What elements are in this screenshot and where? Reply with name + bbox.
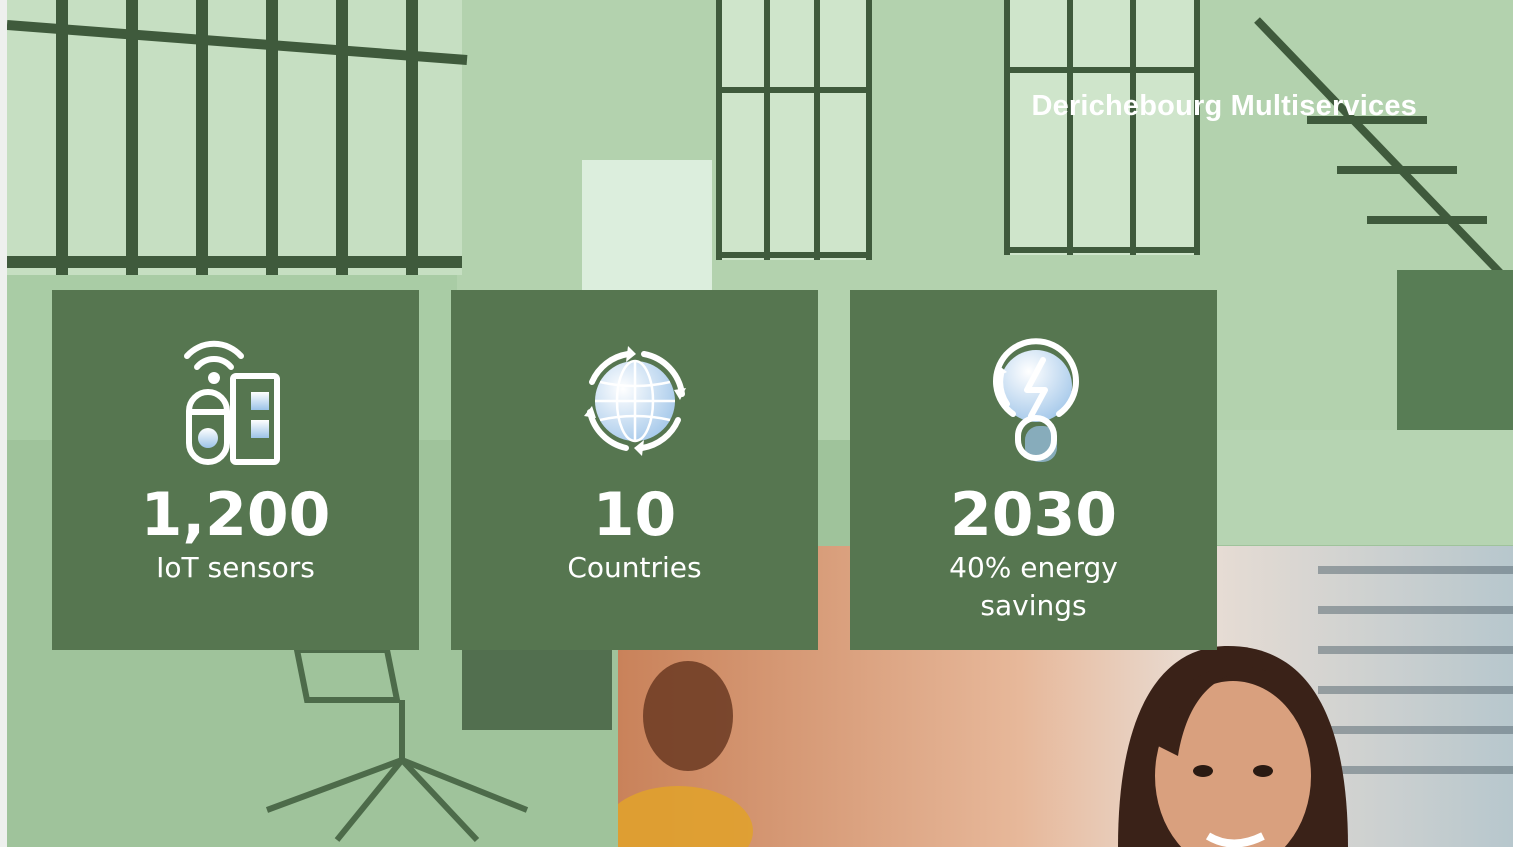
iot-sensor-icon — [183, 340, 280, 465]
stat-label: IoT sensors — [156, 551, 315, 584]
stat-label: Countries — [567, 551, 702, 584]
stat-label: 40% energy savings — [949, 551, 1118, 622]
stat-card-countries: 10 Countries — [451, 290, 818, 650]
stat-value: 10 — [592, 480, 677, 550]
brand-name: Derichebourg Multiservices — [1031, 90, 1417, 122]
stat-card-energy: 2030 40% energy savings — [850, 290, 1217, 650]
stat-card-iot-sensors: 1,200 IoT sensors — [52, 290, 419, 650]
stat-value: 2030 — [950, 480, 1117, 550]
slide-left-margin — [0, 0, 7, 847]
slide: Derichebourg Multiservices 1,200 IoT sen… — [7, 0, 1513, 847]
stat-value: 1,200 — [140, 480, 331, 550]
globe-cycle-icon — [583, 346, 686, 456]
energy-bulb-icon — [992, 338, 1079, 462]
